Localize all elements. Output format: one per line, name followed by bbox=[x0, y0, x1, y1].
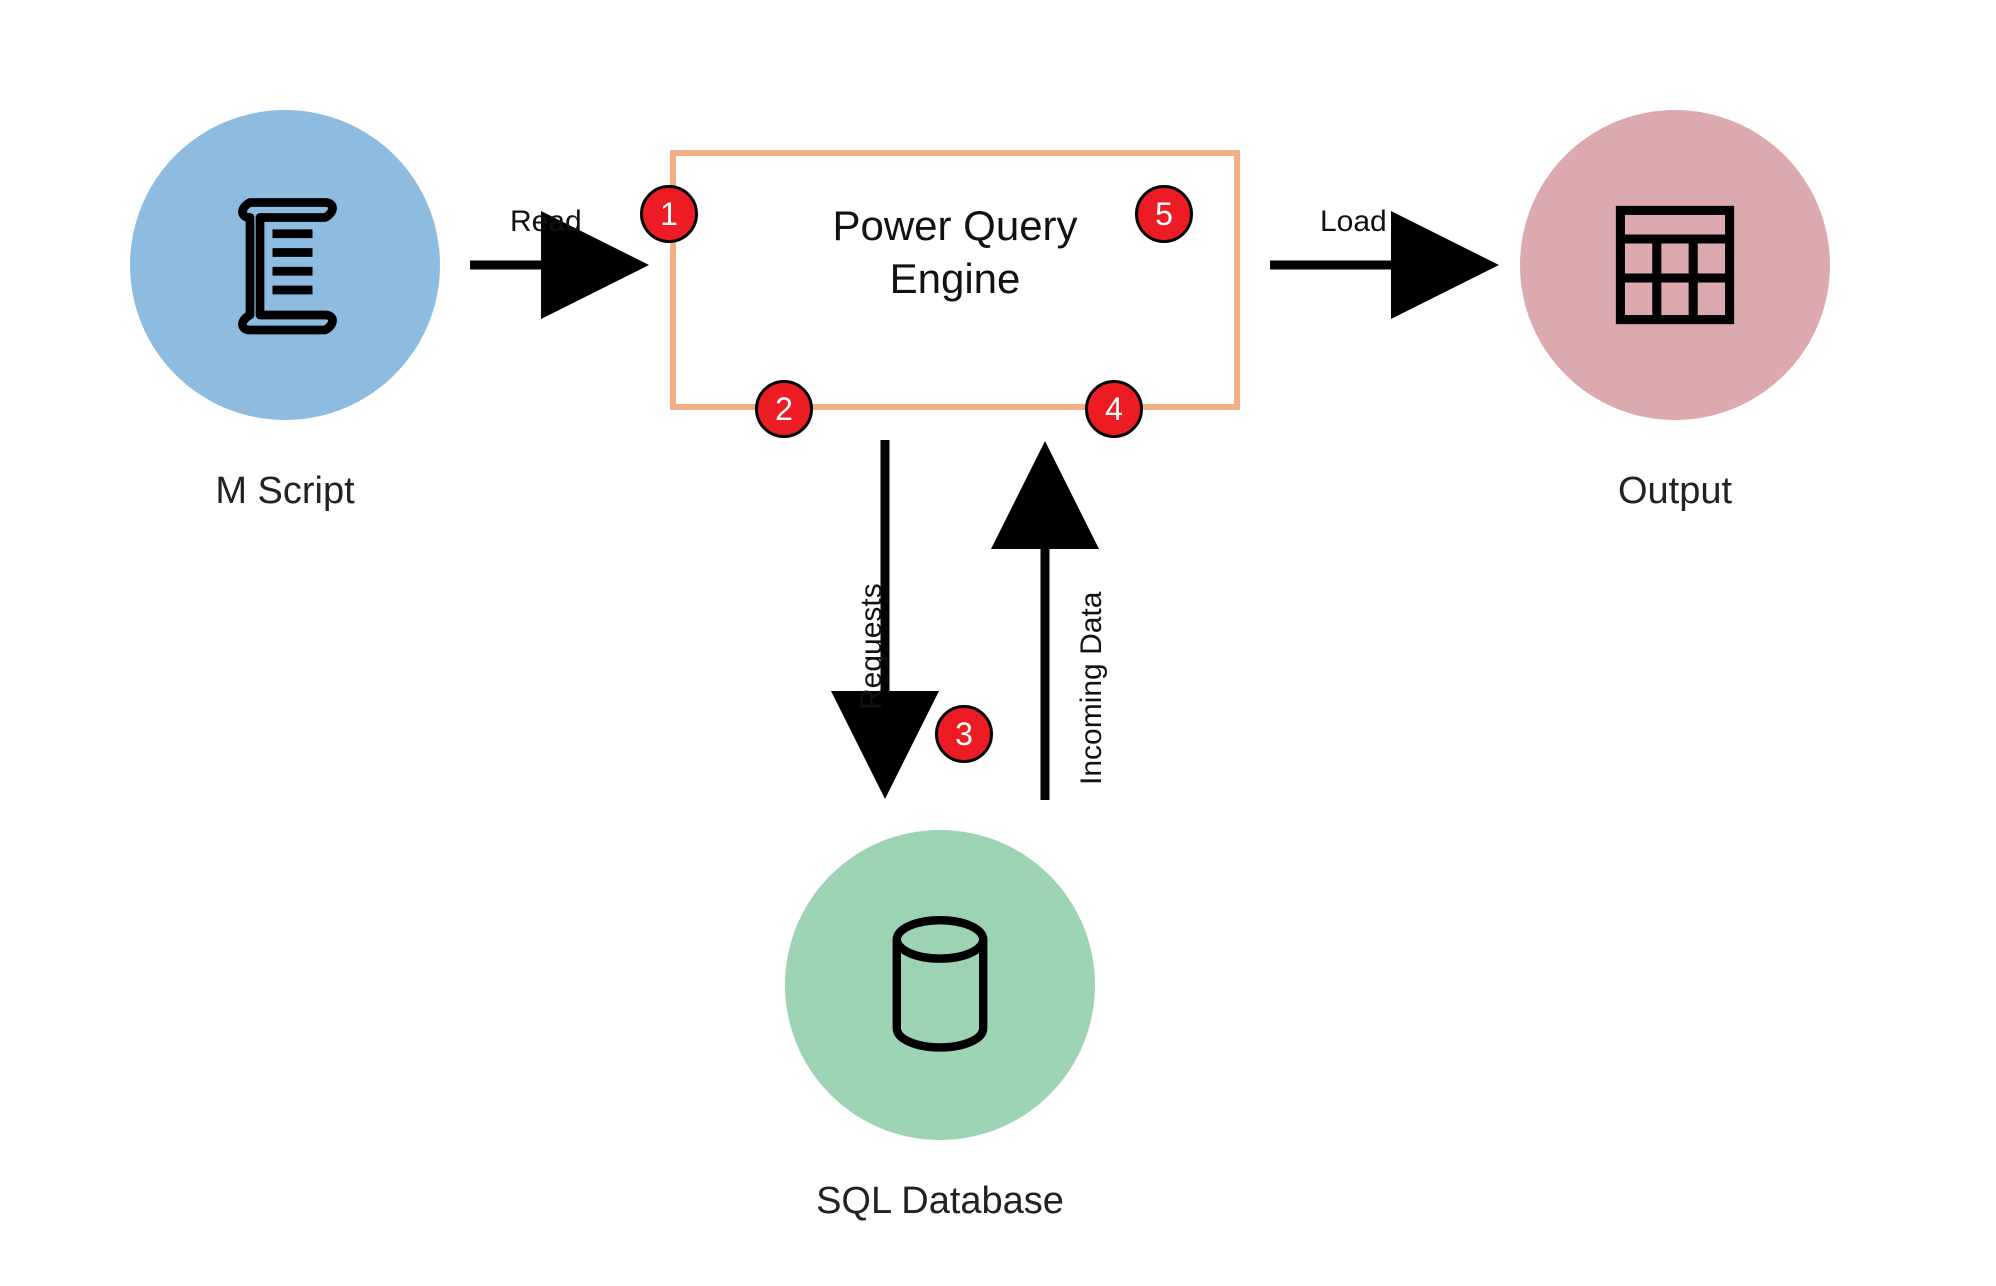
badge-5: 5 bbox=[1135, 185, 1193, 243]
script-icon bbox=[130, 110, 440, 420]
diagram-canvas: M Script Output SQL Database Power Query… bbox=[0, 0, 1996, 1286]
badge-2: 2 bbox=[755, 380, 813, 438]
badge-3: 3 bbox=[935, 705, 993, 763]
engine-label-line1: Power Query bbox=[832, 202, 1077, 249]
badge-1: 1 bbox=[640, 185, 698, 243]
output-label: Output bbox=[1520, 470, 1830, 513]
edge-label-incoming: Incoming Data bbox=[1075, 592, 1109, 785]
edge-label-read: Read bbox=[510, 205, 582, 239]
edge-label-requests: Requests bbox=[855, 583, 889, 710]
database-icon bbox=[785, 830, 1095, 1140]
m-script-label: M Script bbox=[80, 470, 490, 513]
engine-label-line2: Engine bbox=[890, 255, 1021, 302]
badge-4: 4 bbox=[1085, 380, 1143, 438]
edge-label-load: Load bbox=[1320, 205, 1387, 239]
table-icon bbox=[1520, 110, 1830, 420]
sql-db-label: SQL Database bbox=[735, 1180, 1145, 1223]
